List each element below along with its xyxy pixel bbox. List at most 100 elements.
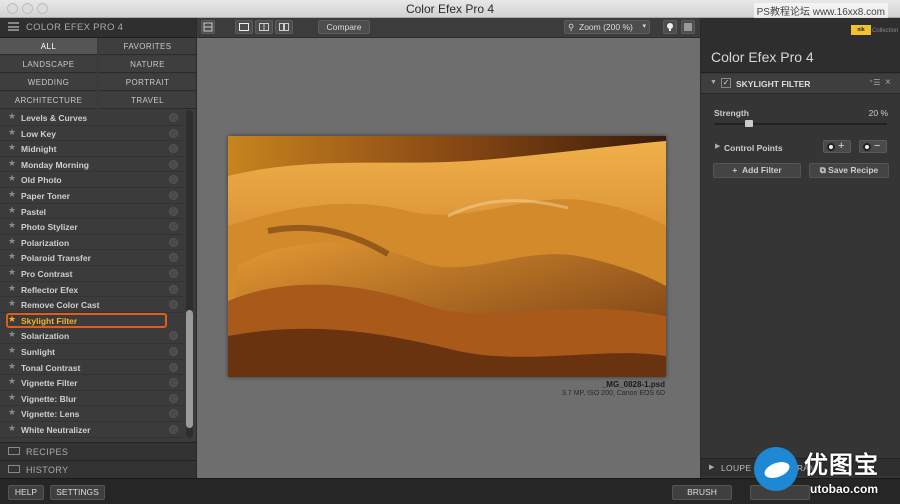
filter-menu-icon[interactable]: ⁺☰ bbox=[869, 78, 880, 87]
star-icon[interactable]: ★ bbox=[8, 392, 16, 403]
filter-list-item[interactable]: ★ Skylight Filter bbox=[6, 312, 167, 329]
star-icon[interactable]: ★ bbox=[8, 329, 16, 340]
star-icon[interactable]: ★ bbox=[8, 127, 16, 138]
filter-list-item[interactable]: ★ White Neutralizer bbox=[0, 422, 184, 438]
filter-list-item[interactable]: ★ Vignette Filter bbox=[0, 375, 184, 391]
filter-list-item[interactable]: ★ Paper Toner bbox=[0, 188, 184, 204]
filter-options-icon[interactable] bbox=[169, 362, 178, 372]
filter-list-item[interactable]: ★ Tonal Contrast bbox=[0, 360, 184, 376]
filter-options-icon[interactable] bbox=[169, 222, 178, 232]
background-color-icon[interactable] bbox=[681, 20, 695, 34]
split-view-button[interactable] bbox=[255, 20, 273, 34]
brush-button[interactable]: BRUSH bbox=[672, 485, 732, 500]
compare-button[interactable]: Compare bbox=[318, 20, 370, 34]
scrollbar-thumb[interactable] bbox=[186, 310, 193, 428]
filter-list-item[interactable]: ★ Pro Contrast bbox=[0, 266, 184, 282]
filter-options-icon[interactable] bbox=[169, 269, 178, 278]
filter-options-icon[interactable] bbox=[169, 331, 178, 341]
zoom-dropdown[interactable]: Zoom (200 %) ⚲ ▾ bbox=[564, 20, 650, 34]
recipes-section[interactable]: RECIPES bbox=[0, 442, 196, 460]
help-button[interactable]: HELP bbox=[8, 485, 44, 500]
remove-filter-icon[interactable]: × bbox=[885, 77, 891, 88]
filter-list-item[interactable]: ★ Monday Morning bbox=[0, 157, 184, 173]
filter-options-icon[interactable] bbox=[169, 378, 178, 388]
filter-list-item[interactable]: ★ Pastel bbox=[0, 204, 184, 220]
filter-options-icon[interactable] bbox=[169, 128, 178, 138]
add-filter-button[interactable]: + Add Filter bbox=[713, 163, 801, 178]
star-icon[interactable]: ★ bbox=[8, 251, 16, 262]
filter-list-item[interactable]: ★ Low Key bbox=[0, 126, 184, 142]
filter-options-icon[interactable] bbox=[169, 144, 178, 154]
star-icon[interactable]: ★ bbox=[8, 345, 16, 356]
filter-list-item[interactable]: ★ Solarization bbox=[0, 328, 184, 344]
remove-control-point-button[interactable]: − bbox=[859, 140, 887, 153]
star-icon[interactable]: ★ bbox=[8, 189, 16, 200]
filter-list-item[interactable]: ★ Sunlight bbox=[0, 344, 184, 360]
filter-options-icon[interactable] bbox=[169, 113, 178, 122]
filter-options-icon[interactable] bbox=[169, 300, 178, 310]
bulb-icon[interactable] bbox=[663, 20, 677, 34]
category-tab[interactable]: NATURE bbox=[99, 56, 196, 73]
filter-header[interactable]: ▼ ✓ SKYLIGHT FILTER ⁺☰ × bbox=[701, 74, 900, 94]
star-icon[interactable]: ★ bbox=[8, 361, 16, 372]
category-tab[interactable]: ARCHITECTURE bbox=[0, 92, 97, 109]
filter-list-item[interactable]: ★ Old Photo bbox=[0, 172, 184, 188]
category-tab[interactable]: LANDSCAPE bbox=[0, 56, 97, 73]
filter-options-icon[interactable] bbox=[169, 191, 178, 200]
add-control-point-button[interactable]: + bbox=[823, 140, 851, 153]
star-icon[interactable]: ★ bbox=[8, 267, 16, 278]
star-icon[interactable]: ★ bbox=[8, 205, 16, 216]
settings-button[interactable]: SETTINGS bbox=[50, 485, 105, 500]
save-recipe-button[interactable]: ⧉ Save Recipe bbox=[809, 163, 889, 178]
star-icon[interactable]: ★ bbox=[8, 220, 16, 231]
filter-enable-checkbox[interactable]: ✓ bbox=[721, 78, 731, 88]
filter-options-icon[interactable] bbox=[169, 159, 178, 169]
side-by-side-view-button[interactable] bbox=[275, 20, 293, 34]
collapse-arrow-icon[interactable]: ▼ bbox=[710, 79, 717, 86]
filter-list-item[interactable]: ★ Reflector Efex bbox=[0, 282, 184, 298]
filter-options-icon[interactable] bbox=[169, 175, 178, 185]
star-icon[interactable]: ★ bbox=[8, 376, 16, 387]
star-icon[interactable]: ★ bbox=[8, 298, 16, 309]
category-tab[interactable]: ALL bbox=[0, 38, 97, 55]
category-tab[interactable]: PORTRAIT bbox=[99, 74, 196, 91]
filter-options-icon[interactable] bbox=[169, 393, 178, 403]
pan-icon[interactable] bbox=[201, 20, 215, 34]
filter-list-item[interactable]: ★ Polaroid Transfer bbox=[0, 250, 184, 266]
menu-icon[interactable] bbox=[8, 22, 19, 31]
filter-options-icon[interactable] bbox=[169, 237, 178, 247]
star-icon[interactable]: ★ bbox=[8, 158, 16, 169]
filter-list-item[interactable]: ★ Remove Color Cast bbox=[0, 297, 184, 313]
star-icon[interactable]: ★ bbox=[8, 423, 16, 434]
category-tab[interactable]: WEDDING bbox=[0, 74, 97, 91]
filter-list-scrollbar[interactable] bbox=[186, 110, 193, 438]
filter-options-icon[interactable] bbox=[169, 425, 178, 434]
filter-list-item[interactable]: ★ Polarization bbox=[0, 235, 184, 251]
recipes-icon bbox=[8, 447, 20, 455]
strength-slider-knob[interactable] bbox=[744, 120, 753, 127]
star-icon[interactable]: ★ bbox=[8, 111, 16, 122]
single-view-button[interactable] bbox=[235, 20, 253, 34]
history-section[interactable]: HISTORY bbox=[0, 460, 196, 478]
category-tab[interactable]: TRAVEL bbox=[99, 92, 196, 109]
star-icon[interactable]: ★ bbox=[8, 142, 16, 153]
star-icon[interactable]: ★ bbox=[8, 173, 16, 184]
star-icon[interactable]: ★ bbox=[8, 314, 16, 325]
filter-options-icon[interactable] bbox=[169, 253, 178, 263]
expand-arrow-icon[interactable]: ▶ bbox=[715, 142, 720, 150]
filter-list-item[interactable]: ★ Vignette: Blur bbox=[0, 391, 184, 407]
category-tab[interactable]: FAVORITES bbox=[99, 38, 196, 55]
star-icon[interactable]: ★ bbox=[8, 407, 16, 418]
filter-list-item[interactable]: ★ Midnight bbox=[0, 141, 184, 157]
filter-options-icon[interactable] bbox=[169, 284, 178, 294]
strength-slider[interactable] bbox=[714, 123, 887, 125]
filter-list-item[interactable]: ★ Photo Stylizer bbox=[0, 219, 184, 235]
filter-options-icon[interactable] bbox=[169, 409, 178, 419]
star-icon[interactable]: ★ bbox=[8, 236, 16, 247]
filter-list-item[interactable]: ★ Levels & Curves bbox=[0, 110, 184, 126]
filter-options-icon[interactable] bbox=[169, 206, 178, 216]
desert-dunes-photo[interactable] bbox=[228, 136, 666, 377]
star-icon[interactable]: ★ bbox=[8, 283, 16, 294]
filter-options-icon[interactable] bbox=[169, 347, 178, 356]
filter-list-item[interactable]: ★ Vignette: Lens bbox=[0, 406, 184, 422]
